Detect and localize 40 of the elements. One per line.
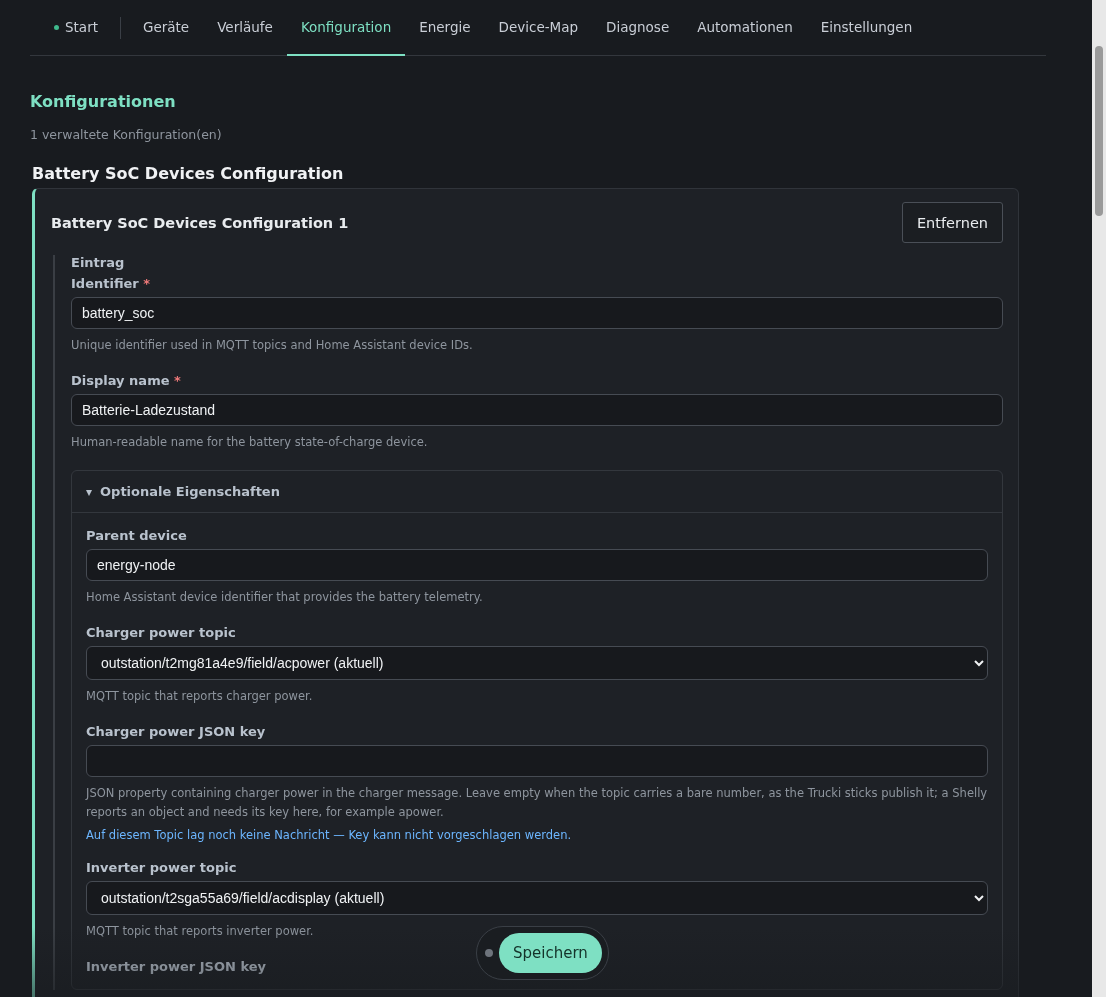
field-label: Display name * bbox=[71, 373, 182, 388]
field-label: Inverter power JSON key bbox=[86, 959, 267, 974]
nav-tab[interactable]: Einstellungen bbox=[806, 0, 927, 56]
input-field[interactable]: battery_soc bbox=[71, 297, 1003, 329]
page-title: Konfigurationen bbox=[30, 92, 177, 111]
card-title: Battery SoC Devices Configuration 1 bbox=[51, 214, 349, 231]
field-label: Inverter power topic bbox=[86, 860, 238, 875]
info-message: Auf diesem Topic lag noch keine Nachricht — Key kann nicht vorgeschlagen werden. bbox=[86, 828, 573, 842]
field-label: Charger power JSON key bbox=[86, 724, 267, 739]
field-hint: JSON property containing charger power in the charger message. Leave empty when the topic carries a bare number, as the Trucki sticks publish it; a Shelly reports an object and needs its key here, for example apower. bbox=[86, 785, 988, 821]
scrollbar[interactable] bbox=[1092, 0, 1106, 997]
nav-tab[interactable]: Geräte bbox=[129, 0, 204, 56]
topic-dropdown[interactable]: outstation/t2sga55a69/field/acdisplay (aktuell) bbox=[86, 881, 988, 915]
nav-tab[interactable]: Diagnose bbox=[592, 0, 684, 56]
field-label: Identifier * bbox=[71, 276, 152, 291]
nav-tab[interactable]: Device-Map bbox=[484, 0, 593, 56]
nav-tab[interactable]: Konfiguration bbox=[286, 0, 406, 56]
nav-tab[interactable]: Verläufe bbox=[203, 0, 287, 56]
input-field[interactable]: energy-node bbox=[86, 549, 988, 581]
field-hint: Human-readable name for the battery state-of-charge device. bbox=[71, 434, 429, 451]
input-field[interactable]: Batterie-Ladezustand bbox=[71, 394, 1003, 426]
optional-toggle[interactable]: ▾ Optionale Eigenschaften bbox=[72, 471, 1002, 513]
nav-tab[interactable]: Start bbox=[40, 0, 112, 56]
field-hint: MQTT topic that reports charger power. bbox=[86, 688, 314, 705]
page-subtitle: 1 verwaltete Konfiguration(en) bbox=[30, 127, 223, 142]
topic-dropdown[interactable]: outstation/t2mg81a4e9/field/acpower (aktuell) bbox=[86, 646, 988, 680]
field-label: Parent device bbox=[86, 528, 188, 543]
required-mark: * bbox=[143, 276, 151, 291]
save-button[interactable]: Speichern bbox=[499, 933, 602, 973]
nav-tab[interactable]: Automationen bbox=[683, 0, 807, 56]
required-mark: * bbox=[174, 373, 181, 388]
field-hint: Unique identifier used in MQTT topics and Home Assistant device IDs. bbox=[71, 337, 474, 354]
field-label: Charger power topic bbox=[86, 625, 237, 640]
field-hint: Home Assistant device identifier that provides the battery telemetry. bbox=[86, 589, 484, 606]
entry-label: Eintrag bbox=[71, 255, 126, 270]
section-title: Battery SoC Devices Configuration bbox=[32, 164, 345, 183]
field-hint: MQTT topic that reports inverter power. bbox=[86, 923, 315, 940]
caret-icon: ▾ bbox=[86, 484, 93, 499]
remove-button[interactable]: Entfernen bbox=[901, 202, 1003, 243]
nav-tab[interactable]: Energie bbox=[405, 0, 485, 56]
